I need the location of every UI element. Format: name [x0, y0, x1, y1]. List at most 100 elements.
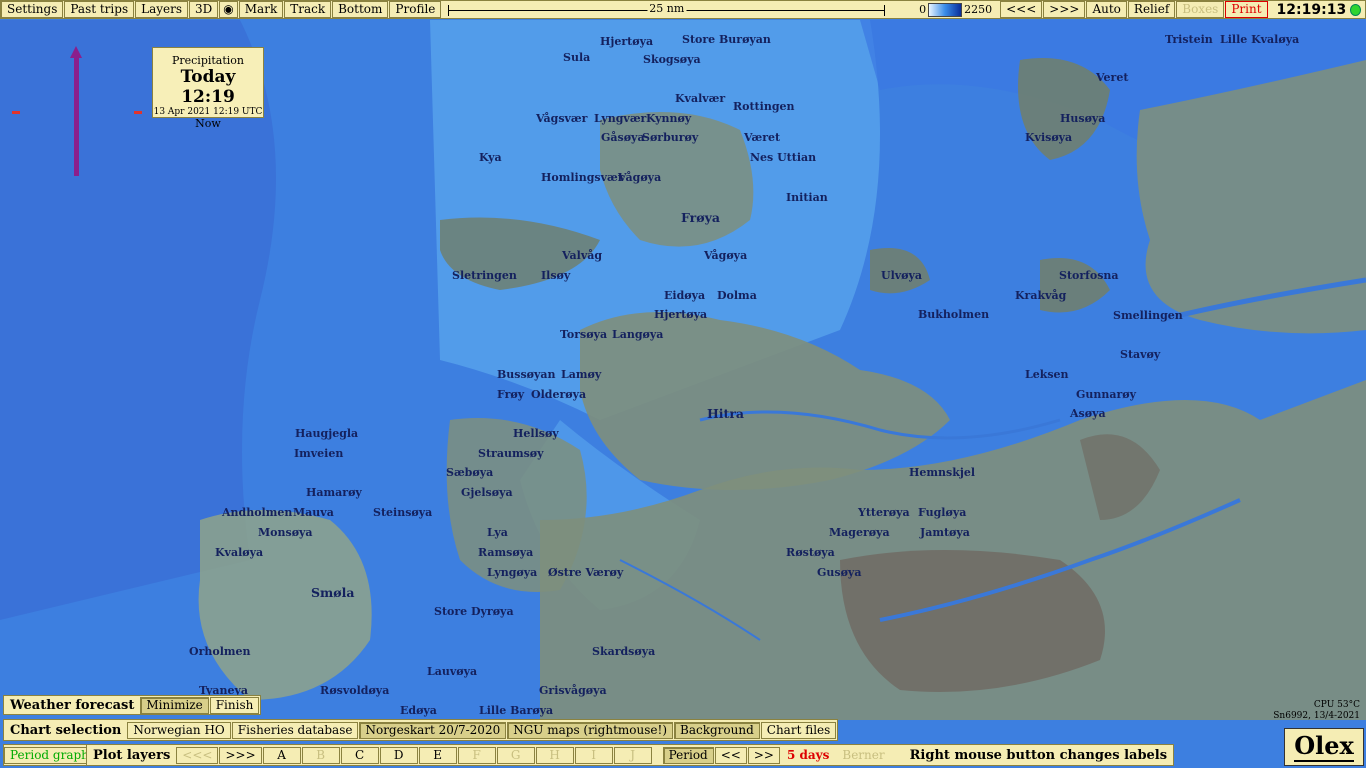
mark-button[interactable]: Mark: [238, 1, 284, 18]
profile-button[interactable]: Profile: [389, 1, 442, 18]
period-back-button[interactable]: <<: [714, 746, 747, 764]
map-label: Hjertøya: [654, 308, 708, 321]
relief-button[interactable]: Relief: [1127, 1, 1176, 18]
period-forward-button[interactable]: >>: [747, 746, 780, 764]
map-label: Lyngøya: [487, 566, 538, 579]
map-label: Vågøya: [618, 171, 662, 184]
layer-e-button[interactable]: E: [418, 746, 457, 764]
info-status: Now: [195, 117, 221, 130]
layer-g-button[interactable]: G: [496, 746, 535, 764]
map-label: Storfosna: [1059, 269, 1119, 282]
map-label: Ulvøya: [881, 269, 923, 282]
map-label: Vågøya: [704, 249, 748, 262]
info-title: Precipitation: [171, 54, 245, 67]
clock: 12:19:13: [1276, 1, 1347, 18]
map-label: Husøya: [1060, 112, 1106, 125]
map-label: Langøya: [612, 328, 664, 341]
map-label: Frøy: [497, 388, 525, 401]
layer-a-button[interactable]: A: [262, 746, 301, 764]
period-button[interactable]: Period: [662, 746, 714, 764]
map-label: Røstøya: [786, 546, 835, 559]
map-label: Imveien: [294, 447, 344, 460]
map-label: Initian: [786, 191, 828, 204]
chart-fisheries-button[interactable]: Fisheries database: [231, 721, 359, 739]
map-label: Homlingsvær: [541, 171, 624, 184]
map-label: Leksen: [1025, 368, 1069, 381]
precipitation-info-box: Precipitation Today 12:19 13 Apr 2021 12…: [152, 47, 264, 130]
map-label: Været: [744, 131, 781, 144]
3d-button[interactable]: 3D: [189, 1, 219, 18]
map-label: Valvåg: [562, 249, 603, 262]
layer-b-button[interactable]: B: [301, 746, 340, 764]
chart-norwegian-ho-button[interactable]: Norwegian HO: [127, 721, 231, 739]
map-label: Smellingen: [1113, 309, 1183, 322]
map-label: Andholmen: [222, 506, 293, 519]
settings-button[interactable]: Settings: [1, 1, 64, 18]
boxes-button[interactable]: Boxes: [1176, 1, 1225, 18]
crosshair-right-mark: [134, 111, 142, 114]
layers-button[interactable]: Layers: [135, 1, 189, 18]
map-label: Edøya: [400, 704, 437, 717]
map-label: Gusøya: [817, 566, 862, 579]
depth-scale: 0 2250: [919, 2, 993, 17]
auto-button[interactable]: Auto: [1086, 1, 1127, 18]
chart-background-button[interactable]: Background: [674, 721, 760, 739]
north-arrow-icon: [70, 46, 82, 176]
map-label: Ytterøya: [858, 506, 910, 519]
map-label: Krakvåg: [1015, 289, 1067, 302]
depth-max: 2250: [964, 3, 993, 16]
minimize-button[interactable]: Minimize: [140, 696, 209, 714]
layer-i-button[interactable]: I: [574, 746, 613, 764]
finish-button[interactable]: Finish: [209, 696, 260, 714]
map-label: Lyngvær: [594, 112, 647, 125]
map-label: Dolma: [717, 289, 757, 302]
past-trips-button[interactable]: Past trips: [64, 1, 135, 18]
map-label: Kvaløya: [215, 546, 264, 559]
weather-forecast-title: Weather forecast: [10, 697, 135, 713]
layer-d-button[interactable]: D: [379, 746, 418, 764]
map-label: Jamtøya: [920, 526, 970, 539]
layer-j-button[interactable]: J: [613, 746, 652, 764]
map-label: Store Dyrøya: [434, 605, 514, 618]
berner-button[interactable]: Berner: [836, 746, 891, 764]
layer-h-button[interactable]: H: [535, 746, 574, 764]
map-label: Stavøy: [1120, 348, 1161, 361]
plot-next-button[interactable]: >>>: [219, 746, 262, 764]
bottom-button[interactable]: Bottom: [332, 1, 389, 18]
plot-prev-button[interactable]: <<<: [176, 746, 219, 764]
cpu-status: CPU 53°C Sn6992, 13/4-2021: [1273, 700, 1360, 722]
chart-files-button[interactable]: Chart files: [760, 721, 837, 739]
map-label: Skogsøya: [643, 53, 701, 66]
map-label: Lille Kvaløya: [1220, 33, 1300, 46]
map-label: Straumsøy: [478, 447, 544, 460]
info-date: 13 Apr 2021 12:19 UTC: [153, 107, 263, 117]
chart-ngu-button[interactable]: NGU maps (rightmouse!): [507, 721, 674, 739]
plot-layers-title: Plot layers: [93, 747, 171, 763]
layer-f-button[interactable]: F: [457, 746, 496, 764]
map-label: Hemnskjel: [909, 466, 975, 479]
depth-min: 0: [919, 3, 927, 16]
map-label: Rottingen: [733, 100, 795, 113]
days-label[interactable]: 5 days: [780, 746, 836, 764]
map-label: Hellsøy: [513, 427, 559, 440]
info-time: Today 12:19: [180, 67, 236, 107]
target-icon[interactable]: ◉: [219, 1, 238, 18]
track-button[interactable]: Track: [284, 1, 332, 18]
gps-status-icon: [1350, 3, 1361, 16]
forward-button[interactable]: >>>: [1043, 1, 1086, 18]
map-label: Kynnøy: [646, 112, 692, 125]
map-label: Monsøya: [258, 526, 313, 539]
map-label: Haugjegla: [295, 427, 359, 440]
period-graph-button[interactable]: Period graph: [4, 746, 95, 764]
map-label: Magerøya: [829, 526, 890, 539]
layer-c-button[interactable]: C: [340, 746, 379, 764]
olex-logo[interactable]: Olex: [1284, 728, 1364, 766]
map-label: Sula: [563, 51, 591, 64]
map-label: Gjelsøya: [461, 486, 513, 499]
chart-norgeskart-button[interactable]: Norgeskart 20/7-2020: [359, 721, 507, 739]
map-label: Torsøya: [560, 328, 608, 341]
map-label: Bussøyan: [497, 368, 556, 381]
print-button[interactable]: Print: [1225, 1, 1268, 18]
map-label: Frøya: [681, 210, 720, 225]
back-button[interactable]: <<<: [1000, 1, 1043, 18]
